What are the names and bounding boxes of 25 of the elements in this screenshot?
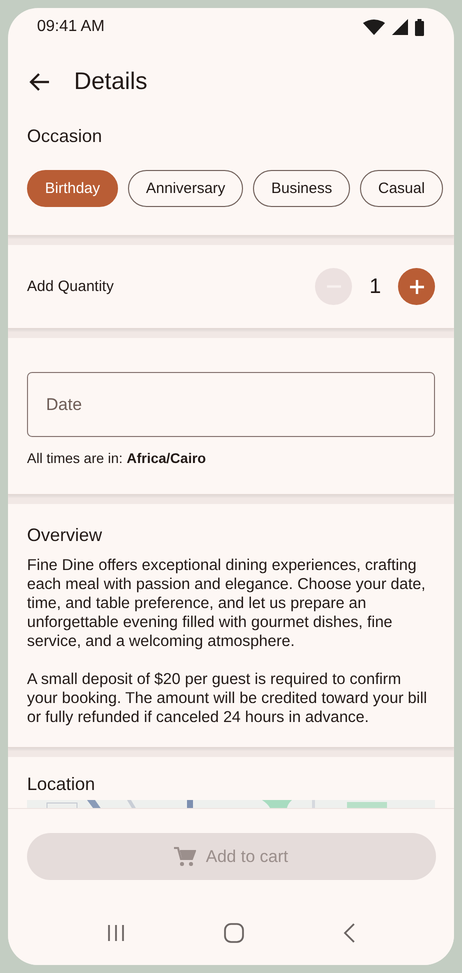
overview-paragraph: A small deposit of $20 per guest is required to confirm your booking. The amount will be credited toward your bill or fully refunded if canceled 24 hours in advance.: [27, 670, 428, 727]
overview-paragraph: Fine Dine offers exceptional dining experiences, crafting each meal with passion and elegance. Choose your date, time, and table preference, and let us prepare an unforgettable evening filled with gourmet dishes, fine service, and a welcoming atmosphere.: [27, 556, 427, 651]
status-time: 09:41 AM: [37, 18, 105, 36]
occasion-chip[interactable]: Business: [253, 170, 350, 207]
back-arrow-icon[interactable]: [28, 72, 50, 92]
timezone-note: All times are in: Africa/Cairo: [27, 450, 207, 466]
wifi-icon: [363, 19, 385, 35]
quantity-value: 1: [369, 274, 381, 298]
date-field[interactable]: Date: [27, 372, 435, 437]
back-icon[interactable]: [342, 923, 355, 943]
quantity-label: Add Quantity: [27, 278, 114, 295]
section-title: Location: [27, 774, 96, 795]
cart-icon: [174, 846, 196, 866]
battery-icon: [415, 18, 424, 36]
home-icon[interactable]: [224, 923, 244, 943]
recent-apps-icon[interactable]: [107, 924, 126, 942]
increase-button[interactable]: [398, 268, 435, 305]
page-title: Details: [74, 68, 148, 96]
plus-icon: [408, 278, 426, 296]
section-title: Overview: [27, 525, 104, 546]
occasion-chip[interactable]: Anniversary: [128, 170, 244, 207]
occasion-chip[interactable]: Birthday: [27, 170, 118, 207]
signal-icon: [392, 19, 408, 35]
section-title: Occasion: [27, 126, 104, 147]
occasion-chip[interactable]: Casual: [360, 170, 443, 207]
